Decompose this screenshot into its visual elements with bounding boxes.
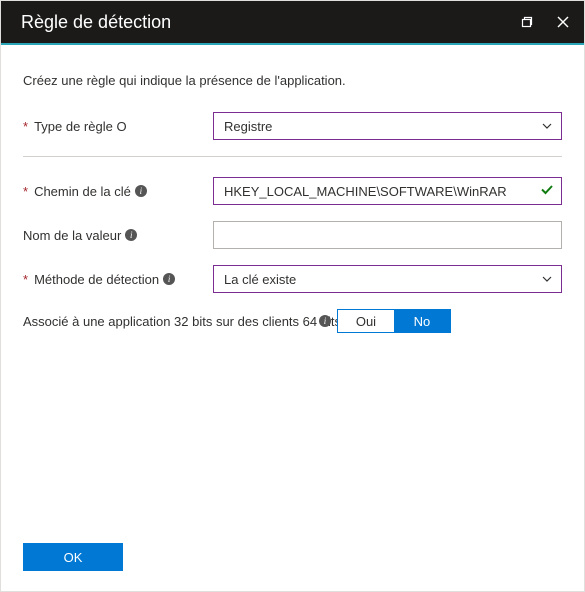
- panel-header: Règle de détection: [1, 1, 584, 45]
- checkmark-icon: [540, 183, 554, 200]
- row-assoc-32bit: Associé à une application 32 bits sur de…: [23, 309, 562, 333]
- label-assoc: Associé à une application 32 bits sur de…: [23, 314, 341, 329]
- select-rule-type-value: Registre: [224, 119, 272, 134]
- row-rule-type: * Type de règle O Registre: [23, 112, 562, 140]
- label-value-name: Nom de la valeur i: [23, 228, 213, 243]
- info-icon[interactable]: i: [135, 185, 147, 197]
- required-asterisk: *: [23, 184, 28, 199]
- panel-footer: OK: [1, 527, 584, 591]
- label-key-path: * Chemin de la clé i: [23, 184, 213, 199]
- row-detect-method: * Méthode de détection i La clé existe: [23, 265, 562, 293]
- toggle-assoc-no[interactable]: No: [394, 310, 450, 332]
- info-icon[interactable]: i: [125, 229, 137, 241]
- close-icon[interactable]: [554, 13, 572, 31]
- select-detect-method[interactable]: La clé existe: [213, 265, 562, 293]
- input-key-path[interactable]: [213, 177, 562, 205]
- input-value-name[interactable]: [213, 221, 562, 249]
- restore-icon[interactable]: [518, 13, 536, 31]
- intro-text: Créez une règle qui indique la présence …: [23, 73, 562, 88]
- row-value-name: Nom de la valeur i: [23, 221, 562, 249]
- required-asterisk: *: [23, 272, 28, 287]
- chevron-down-icon: [541, 120, 553, 132]
- info-icon[interactable]: i: [163, 273, 175, 285]
- toggle-assoc: Oui No: [337, 309, 451, 333]
- required-asterisk: *: [23, 119, 28, 134]
- toggle-assoc-yes[interactable]: Oui: [338, 310, 394, 332]
- label-text: Méthode de détection: [34, 272, 159, 287]
- panel-title: Règle de détection: [21, 12, 518, 33]
- label-text: Type de règle: [34, 119, 113, 134]
- panel-body: Créez une règle qui indique la présence …: [1, 45, 584, 527]
- label-detect-method: * Méthode de détection i: [23, 272, 213, 287]
- label-text: Nom de la valeur: [23, 228, 121, 243]
- chevron-down-icon: [541, 273, 553, 285]
- row-key-path: * Chemin de la clé i: [23, 177, 562, 205]
- ok-button[interactable]: OK: [23, 543, 123, 571]
- info-icon[interactable]: i: [319, 315, 331, 327]
- select-rule-type[interactable]: Registre: [213, 112, 562, 140]
- select-detect-method-value: La clé existe: [224, 272, 296, 287]
- divider: [23, 156, 562, 157]
- label-rule-type: * Type de règle O: [23, 119, 213, 134]
- label-text: Chemin de la clé: [34, 184, 131, 199]
- header-icon-group: [518, 13, 572, 31]
